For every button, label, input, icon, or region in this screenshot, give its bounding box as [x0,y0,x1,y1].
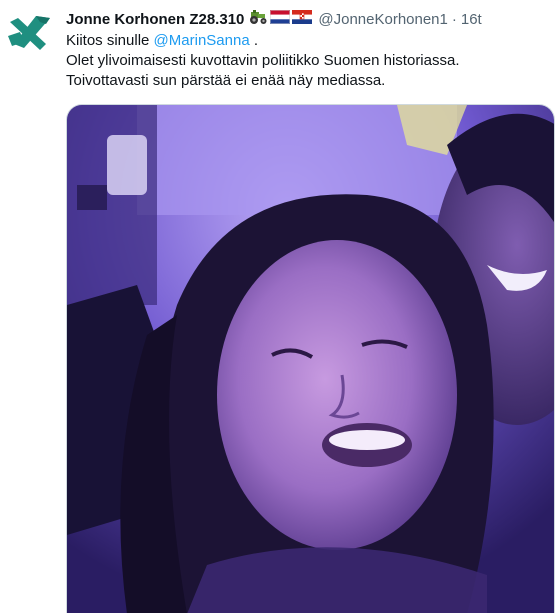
tweet-line-1-prefix: Kiitos sinulle [66,32,154,49]
croatia-flag-icon [292,10,313,30]
separator-dot: · [451,11,457,28]
tractor-icon [248,9,268,31]
tweet-line-2: Olet ylivoimaisesti kuvottavin poliitikk… [66,52,460,69]
avatar[interactable] [6,14,54,54]
author-handle[interactable]: @JonneKorhonen1 [318,10,448,30]
avatar-x-icon [8,16,50,50]
tweet[interactable]: Jonne Korhonen Z28.310 @JonneKorhonen1 ·… [0,0,559,613]
tweet-text: Kiitos sinulle @MarinSanna . Olet ylivoi… [66,31,546,91]
netherlands-flag-icon [270,10,291,30]
tweet-line-1: Kiitos sinulle @MarinSanna . [66,31,546,51]
mention-link[interactable]: @MarinSanna [154,32,250,49]
display-name[interactable]: Jonne Korhonen Z28.310 [66,10,244,30]
tweet-line-3: Toivottavasti sun pärstää ei enää näy me… [66,72,386,89]
tweet-line-1-suffix: . [249,32,258,49]
timestamp[interactable]: 16t [461,10,482,30]
tweet-photo[interactable] [66,104,555,613]
name-emoji [248,9,313,31]
photo-image [67,105,554,613]
tweet-header: Jonne Korhonen Z28.310 @JonneKorhonen1 ·… [66,10,482,30]
